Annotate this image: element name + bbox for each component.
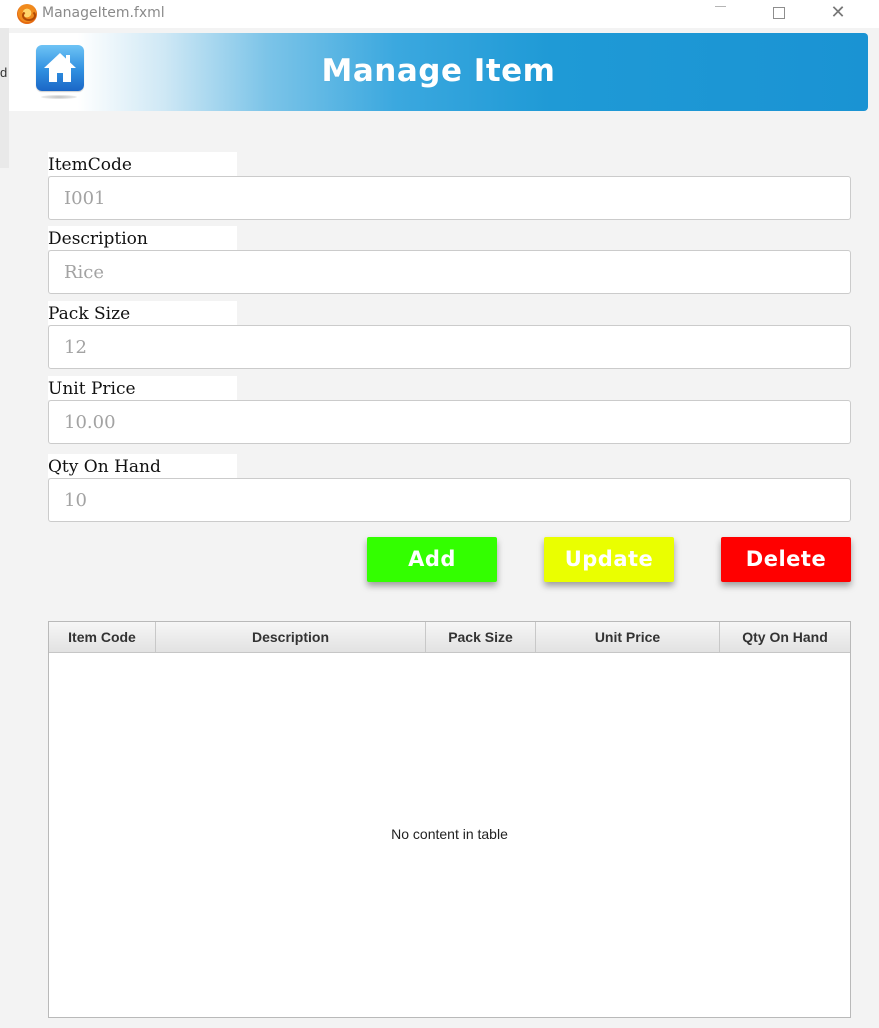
qty-on-hand-input[interactable] [48, 478, 851, 522]
item-code-input[interactable] [48, 176, 851, 220]
item-code-label: ItemCode [48, 152, 237, 176]
minimize-button[interactable] [697, 0, 743, 28]
close-icon: ✕ [830, 2, 846, 23]
close-button[interactable]: ✕ [815, 0, 861, 28]
maximize-icon [773, 7, 785, 19]
header-banner: Manage Item [9, 33, 868, 111]
column-header-unit-price[interactable]: Unit Price [536, 622, 720, 652]
background-window-text: d [0, 65, 8, 80]
manage-item-window: ManageItem.fxml ✕ d Manage Item ItemCode… [0, 0, 879, 1028]
pack-size-input[interactable] [48, 325, 851, 369]
table-header: Item Code Description Pack Size Unit Pri… [49, 622, 850, 653]
unit-price-label: Unit Price [48, 376, 237, 400]
description-input[interactable] [48, 250, 851, 294]
pack-size-label: Pack Size [48, 301, 237, 325]
minimize-icon [714, 6, 726, 7]
page-title: Manage Item [321, 53, 556, 89]
maximize-button[interactable] [756, 0, 802, 28]
column-header-qty-on-hand[interactable]: Qty On Hand [720, 622, 850, 652]
update-button[interactable]: Update [544, 537, 674, 582]
home-icon-shadow [41, 95, 77, 99]
column-header-description[interactable]: Description [156, 622, 426, 652]
background-window-edge: d [0, 28, 9, 168]
add-button[interactable]: Add [367, 537, 497, 582]
column-header-pack-size[interactable]: Pack Size [426, 622, 536, 652]
unit-price-input[interactable] [48, 400, 851, 444]
qty-on-hand-label: Qty On Hand [48, 454, 237, 478]
table-empty-message: No content in table [391, 826, 508, 842]
java-app-icon [17, 4, 37, 24]
description-label: Description [48, 226, 237, 250]
items-table[interactable]: Item Code Description Pack Size Unit Pri… [48, 621, 851, 1018]
column-header-item-code[interactable]: Item Code [49, 622, 156, 652]
delete-button[interactable]: Delete [721, 537, 851, 582]
window-title: ManageItem.fxml [42, 5, 165, 21]
title-bar: ManageItem.fxml ✕ [0, 0, 879, 28]
window-right-edge [868, 28, 879, 1028]
